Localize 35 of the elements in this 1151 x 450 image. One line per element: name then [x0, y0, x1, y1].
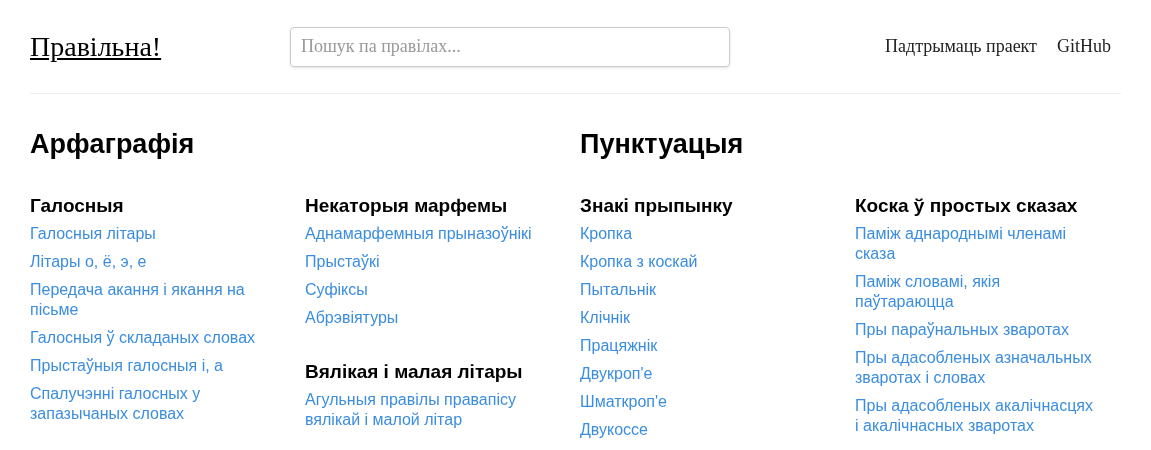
rule-link[interactable]: Паміж словамі, якія паўтараюцца: [855, 272, 1095, 312]
section-title: Пунктуацыя: [580, 128, 745, 160]
rule-link[interactable]: Кропка: [580, 224, 820, 244]
rule-link[interactable]: Передача акання і якання на пісьме: [30, 280, 270, 320]
group-heading: Коска ў простых сказах: [855, 194, 1079, 218]
site-logo[interactable]: Правільна!: [30, 25, 290, 68]
rule-link[interactable]: Агульныя правілы правапісу вялікай і малой літар: [305, 390, 545, 430]
rule-link[interactable]: Галосныя ў складаных словах: [30, 328, 270, 348]
rule-link[interactable]: Абрэвіятуры: [305, 308, 545, 328]
rule-link[interactable]: Прыстаўкі: [305, 252, 545, 272]
group-heading: Галосныя: [30, 194, 125, 218]
rule-link[interactable]: Кропка з коскай: [580, 252, 820, 272]
group-heading: Вялікая і малая літары: [305, 360, 524, 384]
rule-link[interactable]: Прыстаўныя галосныя і, а: [30, 356, 270, 376]
rule-link[interactable]: Двукоссе: [580, 420, 820, 440]
search-field[interactable]: Пошук па правілах...: [290, 26, 730, 67]
rule-link[interactable]: Клічнік: [580, 308, 820, 328]
rule-link[interactable]: Пры параўнальных зваротах: [855, 320, 1095, 340]
group-heading: Некаторыя марфемы: [305, 194, 509, 218]
rule-link[interactable]: Пры адасобленых азначальных зваротах і словах: [855, 348, 1095, 388]
rule-link[interactable]: Суфіксы: [305, 280, 545, 300]
nav-link[interactable]: GitHub: [1057, 33, 1111, 60]
rule-link[interactable]: Працяжнік: [580, 336, 820, 356]
rule-link[interactable]: Паміж аднароднымі членамі сказа: [855, 224, 1095, 264]
section-title: Арфаграфія: [30, 128, 196, 160]
rule-link[interactable]: Літары о, ё, э, е: [30, 252, 270, 272]
nav-link[interactable]: Падтрымаць праект: [885, 33, 1037, 60]
rule-link[interactable]: Аднамарфемныя прыназоўнікі: [305, 224, 545, 244]
group-heading: Знакі прыпынку: [580, 194, 734, 218]
rule-link[interactable]: Шматкроп'е: [580, 392, 820, 412]
rule-link[interactable]: Пры адасобленых акалічнасцях і акалічнасных зваротах: [855, 396, 1095, 436]
rule-link[interactable]: Пытальнік: [580, 280, 820, 300]
rule-link[interactable]: Галосныя літары: [30, 224, 270, 244]
rule-link[interactable]: Спалучэнні галосных у запазычаных словах: [30, 384, 270, 424]
rule-link[interactable]: Двукроп'е: [580, 364, 820, 384]
